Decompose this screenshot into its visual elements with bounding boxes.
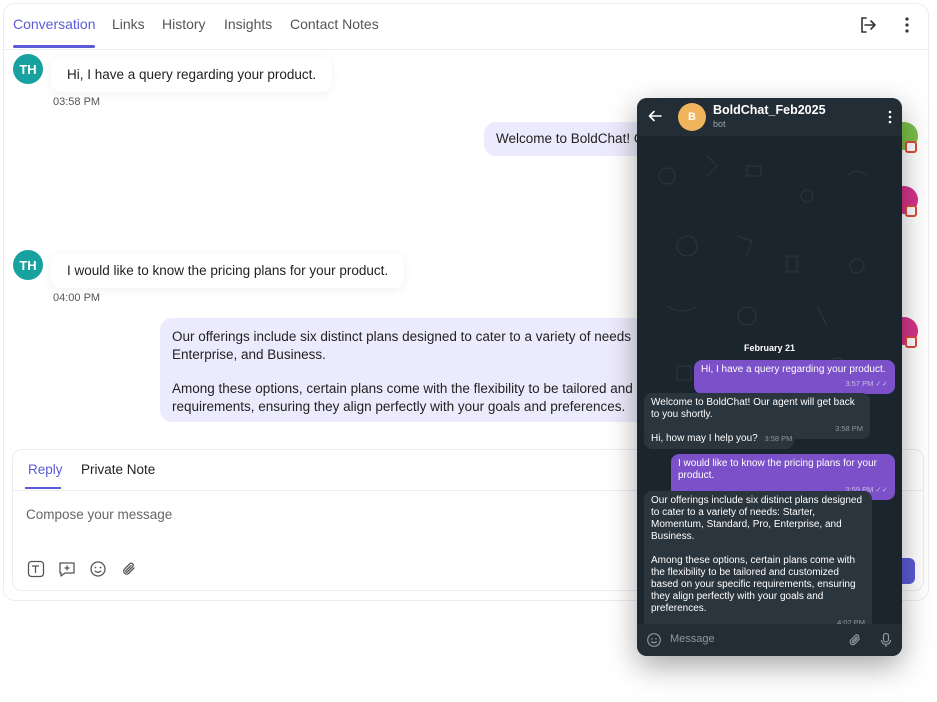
phone-incoming-message: Hi, how may I help you? 3:58 PM: [644, 429, 794, 449]
incoming-message-text: I would like to know the pricing plans f…: [51, 253, 405, 288]
more-vertical-icon[interactable]: [896, 14, 918, 36]
message-text: Hi, how may I help you?: [651, 433, 758, 444]
more-vertical-icon[interactable]: [888, 110, 892, 124]
channel-badge-icon: [905, 336, 917, 348]
message-timestamp: 03:58 PM: [53, 96, 101, 108]
emoji-icon[interactable]: [89, 560, 107, 578]
outgoing-message-long: Our offerings include six distinct plans…: [160, 318, 680, 422]
avatar: TH: [13, 250, 43, 280]
message-text: Welcome to BoldChat! Our agent will get …: [651, 397, 855, 420]
chat-area: February 21 Hi, I have a query regarding…: [637, 136, 902, 633]
date-separator: February 21: [743, 343, 796, 353]
phone-message-input[interactable]: Message: [670, 633, 715, 645]
channel-badge-icon: [905, 141, 917, 153]
incoming-message-text: Hi, I have a query regarding your produc…: [51, 57, 333, 92]
phone-input-bar: Message: [637, 624, 902, 656]
message-line: Among these options, certain plans come …: [172, 381, 633, 396]
tab-insights[interactable]: Insights: [224, 16, 272, 32]
tab-bar: Conversation Links History Insights Cont…: [4, 4, 928, 50]
tab-conversation[interactable]: Conversation: [13, 16, 96, 32]
tab-contact-notes[interactable]: Contact Notes: [290, 16, 379, 32]
tab-private-note[interactable]: Private Note: [81, 462, 155, 477]
chat-title: BoldChat_Feb2025: [713, 103, 826, 117]
message-timestamp: 3:57 PM ✓✓: [845, 379, 888, 388]
message-line: requirements, ensuring they align perfec…: [172, 399, 626, 414]
bot-avatar: B: [678, 103, 706, 131]
attachment-icon[interactable]: [120, 560, 138, 578]
tab-links[interactable]: Links: [112, 16, 145, 32]
channel-badge-icon: [905, 205, 917, 217]
message-line: Our offerings include six distinct plans…: [172, 329, 632, 344]
avatar: TH: [13, 54, 43, 84]
message-timestamp: 3:58 PM: [764, 434, 793, 443]
message-input[interactable]: Compose your message: [26, 507, 172, 522]
telegram-phone-preview: B BoldChat_Feb2025 bot February 21 Hi, I…: [637, 98, 902, 656]
back-arrow-icon[interactable]: [647, 108, 663, 124]
phone-header: B BoldChat_Feb2025 bot: [637, 98, 902, 136]
message-text: Hi, I have a query regarding your produc…: [701, 364, 886, 375]
tab-history[interactable]: History: [162, 16, 206, 32]
text-format-icon[interactable]: [27, 560, 45, 578]
chat-subtitle: bot: [713, 119, 726, 129]
phone-outgoing-message: Hi, I have a query regarding your produc…: [694, 360, 895, 394]
message-line: Enterprise, and Business.: [172, 347, 326, 362]
phone-incoming-message: Our offerings include six distinct plans…: [644, 491, 872, 633]
attachment-icon[interactable]: [847, 632, 863, 648]
logout-icon[interactable]: [857, 14, 879, 36]
message-paragraph: Our offerings include six distinct plans…: [651, 495, 863, 542]
microphone-icon[interactable]: [878, 632, 894, 648]
active-tab-indicator: [13, 45, 95, 48]
message-paragraph: Among these options, certain plans come …: [651, 555, 856, 614]
active-tab-indicator: [25, 487, 61, 489]
message-text: I would like to know the pricing plans f…: [678, 458, 877, 481]
message-timestamp: 04:00 PM: [53, 292, 101, 304]
emoji-icon[interactable]: [646, 632, 662, 648]
send-button[interactable]: [901, 558, 915, 584]
quick-reply-icon[interactable]: [58, 560, 76, 578]
tab-reply[interactable]: Reply: [28, 462, 63, 477]
